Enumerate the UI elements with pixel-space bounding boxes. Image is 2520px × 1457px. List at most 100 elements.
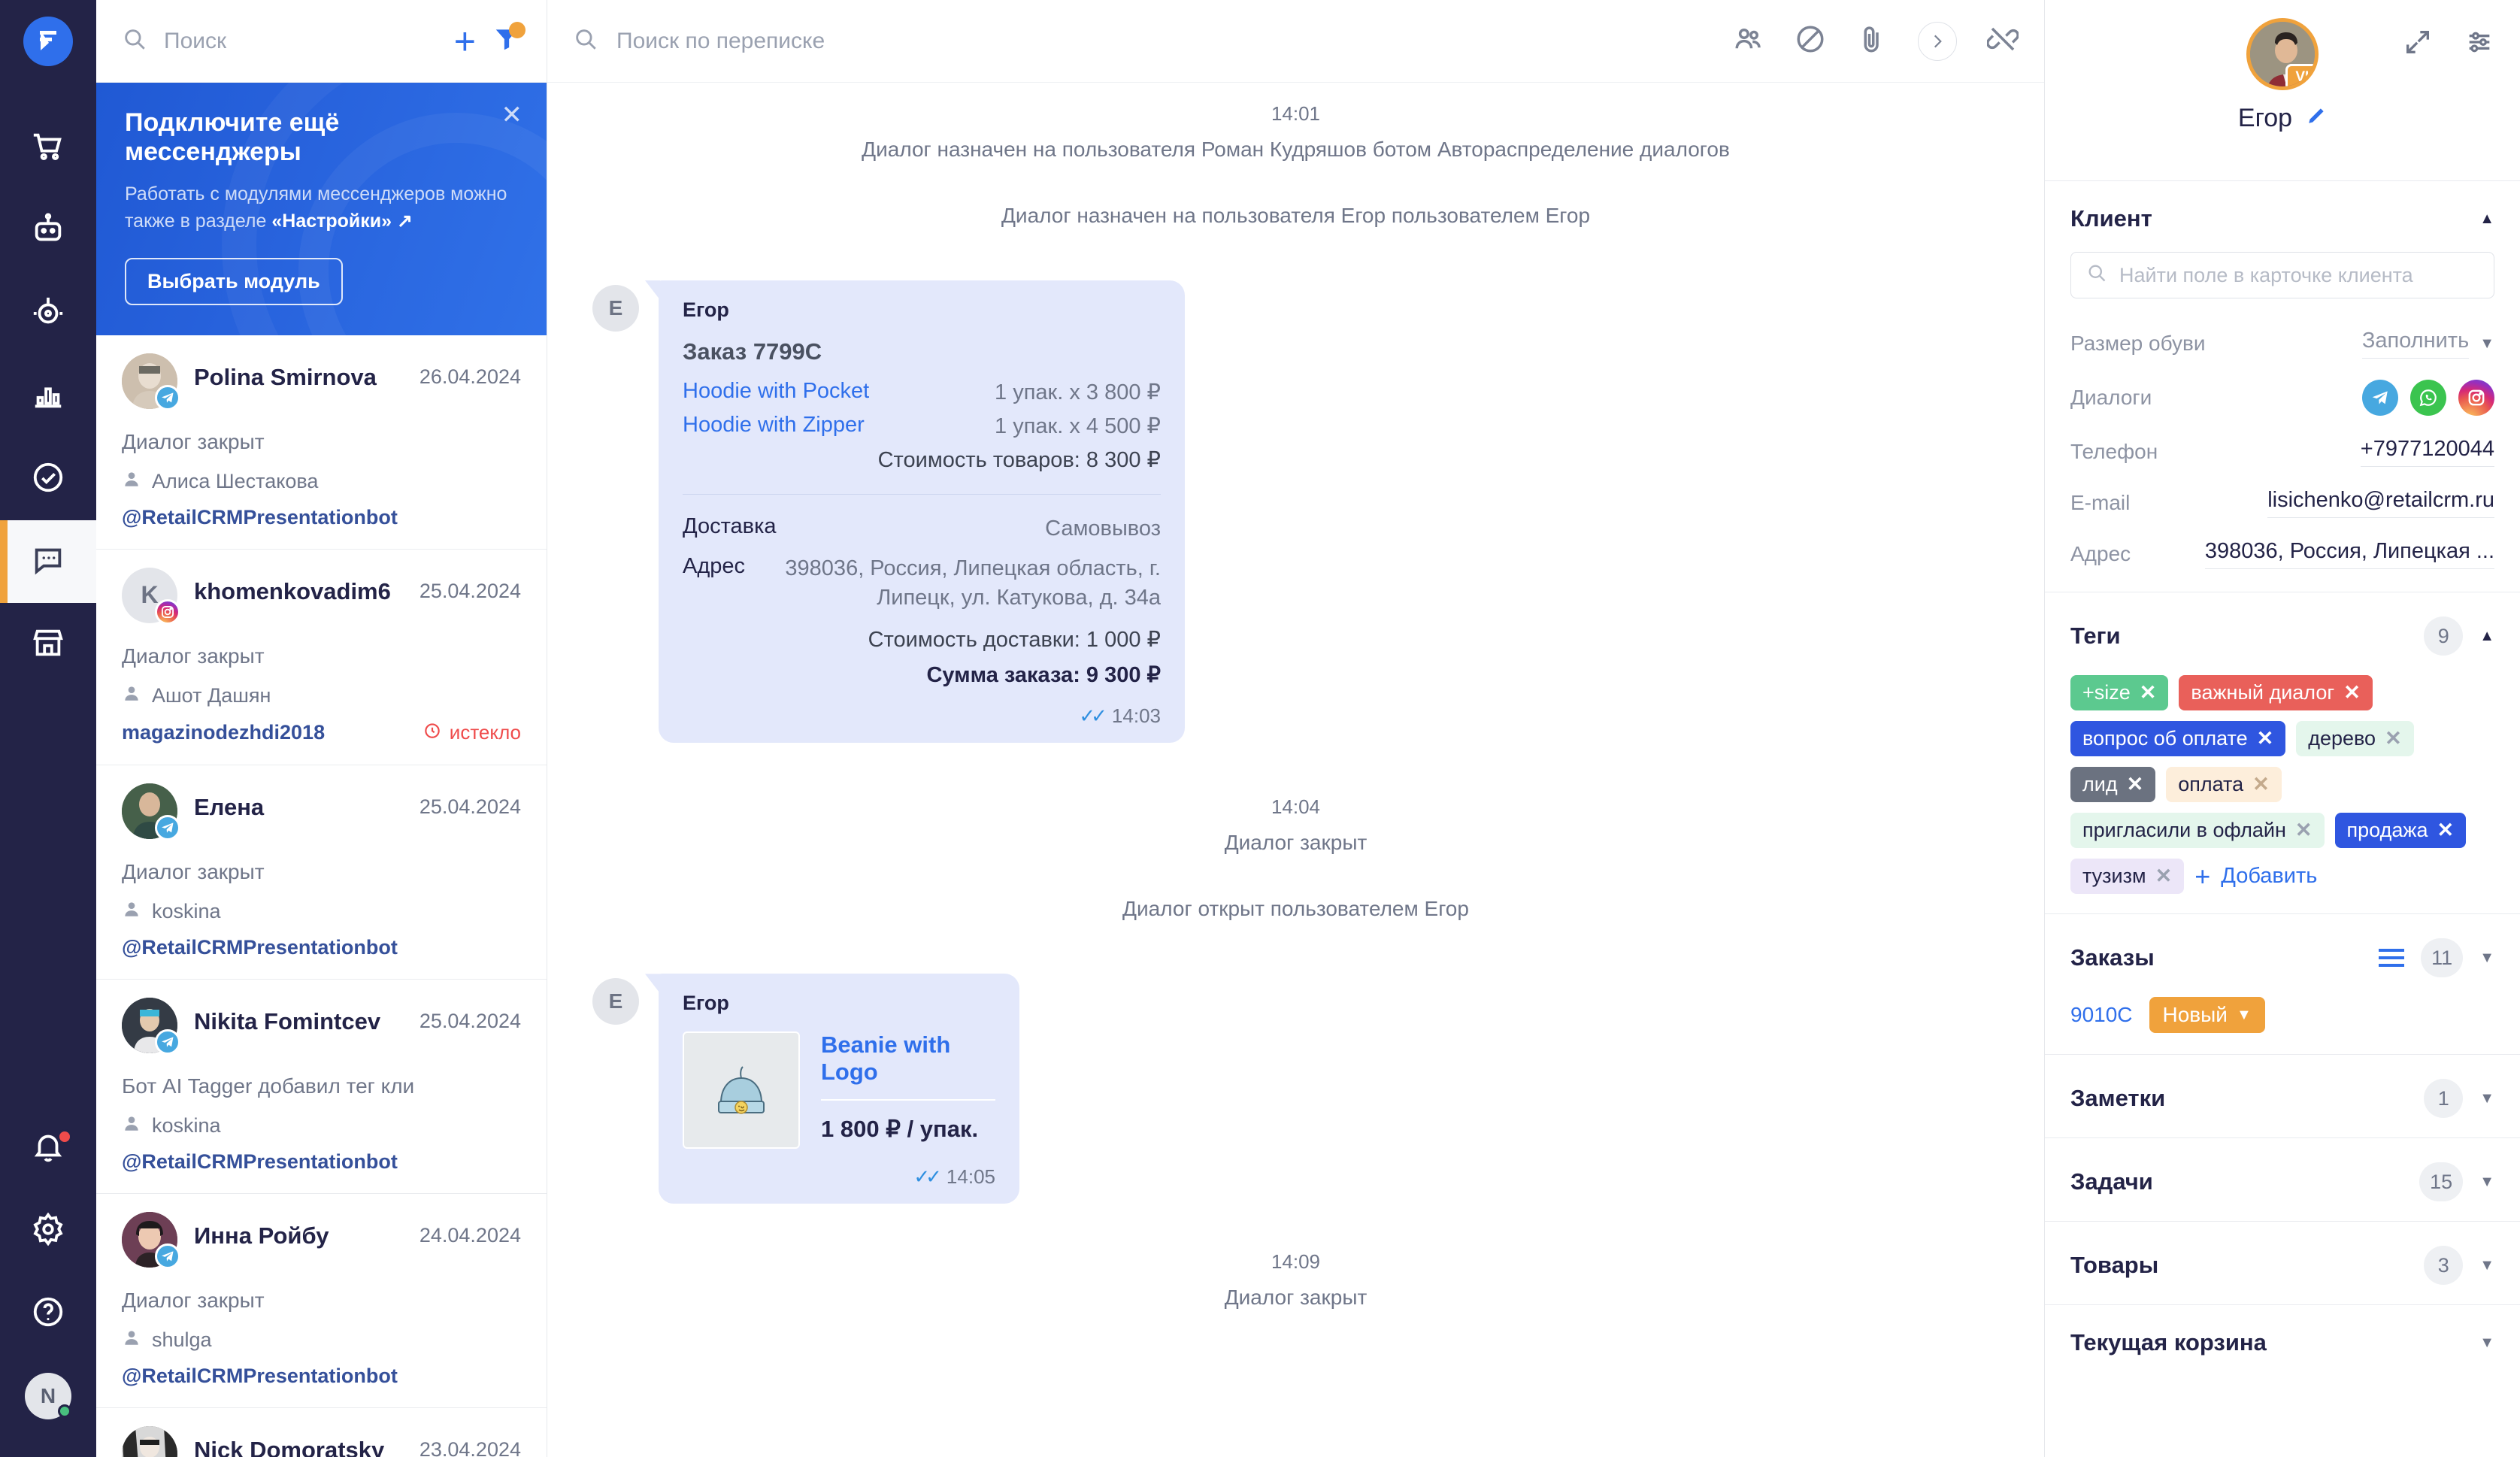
remove-tag-icon[interactable]: ✕ <box>2385 727 2402 750</box>
list-item-channel: @RetailCRMPresentationbot <box>122 1150 398 1173</box>
telegram-icon[interactable] <box>2362 380 2398 416</box>
list-item[interactable]: K khomenkovadim6 25.04.2024 Диалог закры… <box>96 550 547 765</box>
section-header-tasks[interactable]: Задачи 15 ▼ <box>2045 1137 2520 1221</box>
block-icon[interactable] <box>1795 23 1826 59</box>
filter-button[interactable] <box>492 22 526 57</box>
tag-chip[interactable]: лид ✕ <box>2070 767 2156 802</box>
list-item-channel: @RetailCRMPresentationbot <box>122 505 398 529</box>
section-header-orders[interactable]: Заказы 11 ▼ <box>2045 913 2520 997</box>
order-item-link[interactable]: Hoodie with Pocket <box>683 379 869 405</box>
tag-chip[interactable]: вопрос об оплате ✕ <box>2070 721 2286 756</box>
chevron-up-icon[interactable]: ▲ <box>2479 628 2494 645</box>
tag-chip[interactable]: дерево ✕ <box>2296 721 2414 756</box>
whatsapp-icon[interactable] <box>2410 380 2446 416</box>
list-item[interactable]: Nick Domoratsky 23.04.2024 Диалог закрыт… <box>96 1408 547 1457</box>
status-badge[interactable]: Новый ▼ <box>2149 997 2265 1033</box>
field-value[interactable]: 398036, Россия, Липецкая ... <box>2204 539 2494 569</box>
remove-tag-icon[interactable]: ✕ <box>2295 819 2313 842</box>
chevron-up-icon[interactable]: ▲ <box>2479 211 2494 228</box>
remove-tag-icon[interactable]: ✕ <box>2252 773 2270 796</box>
product-card-bubble[interactable]: Егор Beanie with Logo 1 800 ₽ / упак. ✓✓… <box>659 974 1019 1204</box>
message-time: 14:03 <box>1111 704 1161 728</box>
expand-icon[interactable] <box>2403 27 2433 61</box>
list-item-preview: Диалог закрыт <box>122 429 265 453</box>
search-input[interactable]: Поиск <box>164 29 438 54</box>
person-icon <box>122 469 141 494</box>
customer-sections[interactable]: Клиент ▲ Найти поле в карточке клиента Р… <box>2045 180 2520 1457</box>
tag-chip[interactable]: оплата ✕ <box>2166 767 2282 802</box>
tag-chip[interactable]: важный диалог ✕ <box>2179 675 2373 710</box>
group-icon[interactable] <box>1733 23 1764 59</box>
remove-tag-icon[interactable]: ✕ <box>2257 727 2274 750</box>
settings-button[interactable] <box>0 1189 96 1272</box>
chevron-down-icon[interactable]: ▼ <box>2479 1334 2494 1352</box>
sidebar-item-store[interactable] <box>0 603 96 686</box>
order-item-link[interactable]: Hoodie with Zipper <box>683 413 865 439</box>
divider <box>821 1099 995 1101</box>
chevron-right-icon[interactable] <box>1918 21 1957 61</box>
chevron-down-icon[interactable]: ▼ <box>2479 1174 2494 1191</box>
search-icon <box>122 26 147 56</box>
chat-messages[interactable]: 14:01 Диалог назначен на пользователя Ро… <box>547 83 2044 1457</box>
attachment-icon[interactable] <box>1856 23 1888 59</box>
add-tag-button[interactable]: + Добавить <box>2194 862 2317 890</box>
avatar[interactable]: N <box>25 1373 71 1419</box>
field-value[interactable]: Заполнить <box>2361 329 2470 359</box>
list-item[interactable]: Елена 25.04.2024 Диалог закрыт koskina @… <box>96 765 547 980</box>
chevron-down-icon[interactable]: ▼ <box>2479 1257 2494 1274</box>
tag-chip[interactable]: пригласили в офлайн ✕ <box>2070 813 2325 848</box>
remove-tag-icon[interactable]: ✕ <box>2155 865 2173 888</box>
close-icon[interactable]: ✕ <box>501 102 523 128</box>
avatar[interactable]: VIP <box>2246 18 2319 90</box>
order-number-link[interactable]: 9010C <box>2070 1003 2133 1027</box>
list-item[interactable]: Nikita Fomintcev 25.04.2024 Бот AI Tagge… <box>96 980 547 1194</box>
order-card-bubble[interactable]: Егор Заказ 7799C Hoodie with Pocket 1 уп… <box>659 280 1185 744</box>
notifications-button[interactable] <box>0 1107 96 1189</box>
remove-tag-icon[interactable]: ✕ <box>2140 681 2157 704</box>
sidebar-item-bots[interactable] <box>0 189 96 272</box>
section-header-products[interactable]: Товары 3 ▼ <box>2045 1221 2520 1304</box>
add-conversation-button[interactable]: + <box>454 23 476 60</box>
choose-module-button[interactable]: Выбрать модуль <box>125 257 343 305</box>
settings-sliders-icon[interactable] <box>2464 27 2494 61</box>
remove-tag-icon[interactable]: ✕ <box>2437 819 2454 842</box>
sidebar-item-analytics[interactable] <box>0 355 96 438</box>
sidebar-item-tasks[interactable] <box>0 438 96 520</box>
sidebar-item-orders[interactable] <box>0 107 96 189</box>
chevron-down-icon[interactable]: ▼ <box>2479 950 2494 967</box>
product-name-link[interactable]: Beanie with Logo <box>821 1031 995 1086</box>
pencil-icon[interactable] <box>2304 105 2327 132</box>
remove-tag-icon[interactable]: ✕ <box>2127 773 2144 796</box>
field-value[interactable]: +7977120044 <box>2360 437 2494 467</box>
section-header-notes[interactable]: Заметки 1 ▼ <box>2045 1054 2520 1137</box>
section-title: Задачи <box>2070 1168 2153 1195</box>
unlink-icon[interactable] <box>1986 23 2019 59</box>
instagram-icon[interactable] <box>2458 380 2494 416</box>
chat-search-input[interactable]: Поиск по переписке <box>616 29 1715 54</box>
list-view-icon[interactable] <box>2379 949 2405 967</box>
client-field-search-input[interactable]: Найти поле в карточке клиента <box>2119 264 2413 287</box>
list-item[interactable]: Инна Ройбу 24.04.2024 Диалог закрыт shul… <box>96 1194 547 1408</box>
help-button[interactable] <box>0 1272 96 1355</box>
chevron-down-icon[interactable]: ▼ <box>2479 335 2494 353</box>
remove-tag-icon[interactable]: ✕ <box>2343 681 2361 704</box>
person-icon <box>122 683 141 708</box>
promo-settings-link[interactable]: «Настройки» ↗ <box>271 211 413 232</box>
sidebar-item-chats[interactable] <box>0 520 96 603</box>
tag-list: +size ✕ важный диалог ✕ вопрос об оплате ✕ … <box>2045 675 2520 913</box>
section-header-tags[interactable]: Теги 9 ▲ <box>2045 592 2520 675</box>
section-header-cart[interactable]: Текущая корзина ▼ <box>2045 1304 2520 1376</box>
chevron-down-icon[interactable]: ▼ <box>2479 1090 2494 1107</box>
list-item[interactable]: Polina Smirnova 26.04.2024 Диалог закрыт… <box>96 335 547 550</box>
retailcrm-logo-icon[interactable] <box>23 17 73 66</box>
conversation-list[interactable]: Polina Smirnova 26.04.2024 Диалог закрыт… <box>96 335 547 1457</box>
tag-chip[interactable]: продажа ✕ <box>2334 813 2467 848</box>
rail-primary-items <box>0 107 96 686</box>
section-title: Текущая корзина <box>2070 1329 2267 1356</box>
field-value[interactable]: lisichenko@retailcrm.ru <box>2267 488 2494 518</box>
tag-chip[interactable]: +size ✕ <box>2070 675 2169 710</box>
user-avatar-button[interactable]: N <box>0 1355 96 1437</box>
sidebar-item-customers[interactable] <box>0 272 96 355</box>
section-header-client[interactable]: Клиент ▲ <box>2045 180 2520 252</box>
tag-chip[interactable]: тузизм ✕ <box>2070 859 2185 894</box>
